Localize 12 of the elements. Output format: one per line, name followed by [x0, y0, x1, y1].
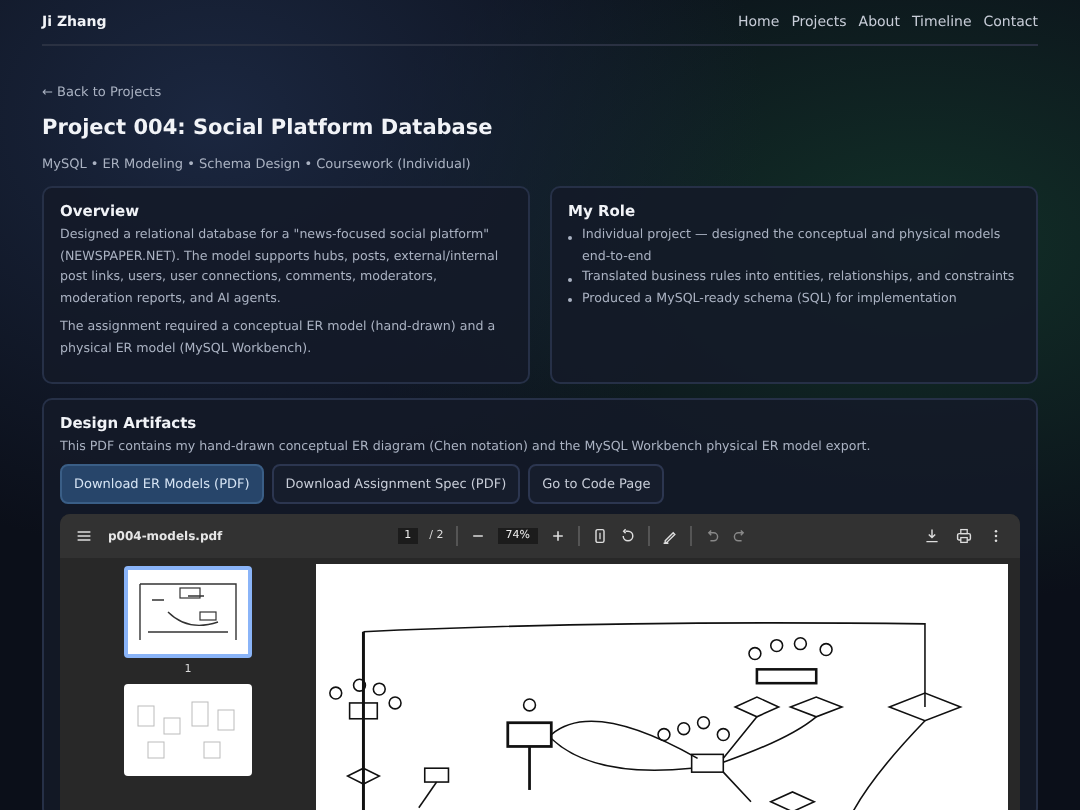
menu-icon[interactable]	[76, 528, 92, 545]
page-thumbnail[interactable]	[124, 684, 252, 777]
fit-page-icon[interactable]	[592, 528, 608, 545]
page-title: Project 004: Social Platform Database	[42, 116, 495, 140]
zoom-in-icon[interactable]	[550, 528, 566, 545]
draw-icon[interactable]	[662, 528, 678, 545]
redo-icon[interactable]	[732, 528, 748, 545]
undo-icon[interactable]	[704, 528, 720, 545]
download-icon[interactable]	[924, 528, 940, 545]
page-thumbnail[interactable]	[124, 566, 252, 659]
print-icon[interactable]	[956, 528, 972, 545]
rotate-icon[interactable]	[620, 528, 636, 545]
